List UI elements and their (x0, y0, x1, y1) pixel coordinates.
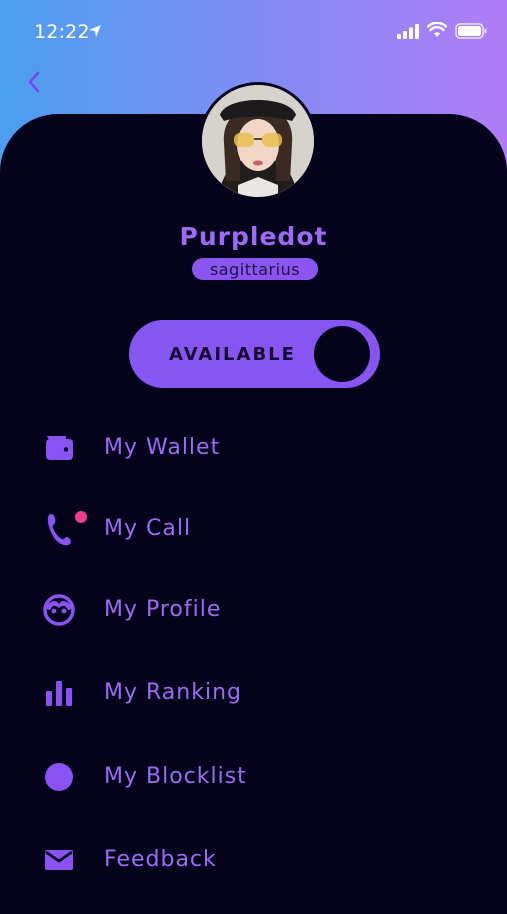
menu-item-ranking[interactable]: My Ranking (36, 668, 456, 718)
menu-label-blocklist: My Blocklist (104, 764, 247, 789)
profile-name: Purpledot (179, 222, 328, 251)
avatar-photo (202, 85, 314, 197)
zodiac-badge: sagittarius (192, 258, 318, 280)
availability-toggle[interactable]: AVAILABLE (129, 320, 380, 388)
availability-label: AVAILABLE (169, 344, 296, 365)
battery-icon (455, 23, 487, 39)
signal-icon (397, 24, 419, 39)
wifi-icon (427, 22, 447, 37)
toggle-knob[interactable] (314, 326, 370, 382)
location-arrow-icon (89, 25, 101, 37)
status-time: 12:22 (34, 21, 90, 43)
notification-dot (75, 511, 87, 523)
status-bar: 12:22 (0, 0, 507, 64)
bar-chart-icon (36, 668, 82, 718)
menu-label-wallet: My Wallet (104, 435, 221, 460)
envelope-icon (36, 835, 82, 885)
menu-item-call[interactable]: My Call (36, 504, 456, 554)
chevron-left-icon (28, 71, 40, 93)
avatar[interactable] (199, 82, 317, 200)
menu-item-wallet[interactable]: My Wallet (36, 423, 456, 473)
menu-label-call: My Call (104, 516, 192, 541)
wallet-icon (36, 423, 82, 473)
menu-item-blocklist[interactable]: My Blocklist (36, 752, 456, 802)
phone-icon (36, 504, 82, 554)
menu-label-profile: My Profile (104, 597, 222, 622)
menu-label-feedback: Feedback (104, 847, 217, 872)
menu-item-feedback[interactable]: Feedback (36, 835, 456, 885)
back-button[interactable] (20, 66, 48, 98)
menu-label-ranking: My Ranking (104, 680, 242, 705)
menu-item-profile[interactable]: My Profile (36, 585, 456, 635)
blocklist-icon (36, 752, 82, 802)
face-icon (36, 585, 82, 635)
